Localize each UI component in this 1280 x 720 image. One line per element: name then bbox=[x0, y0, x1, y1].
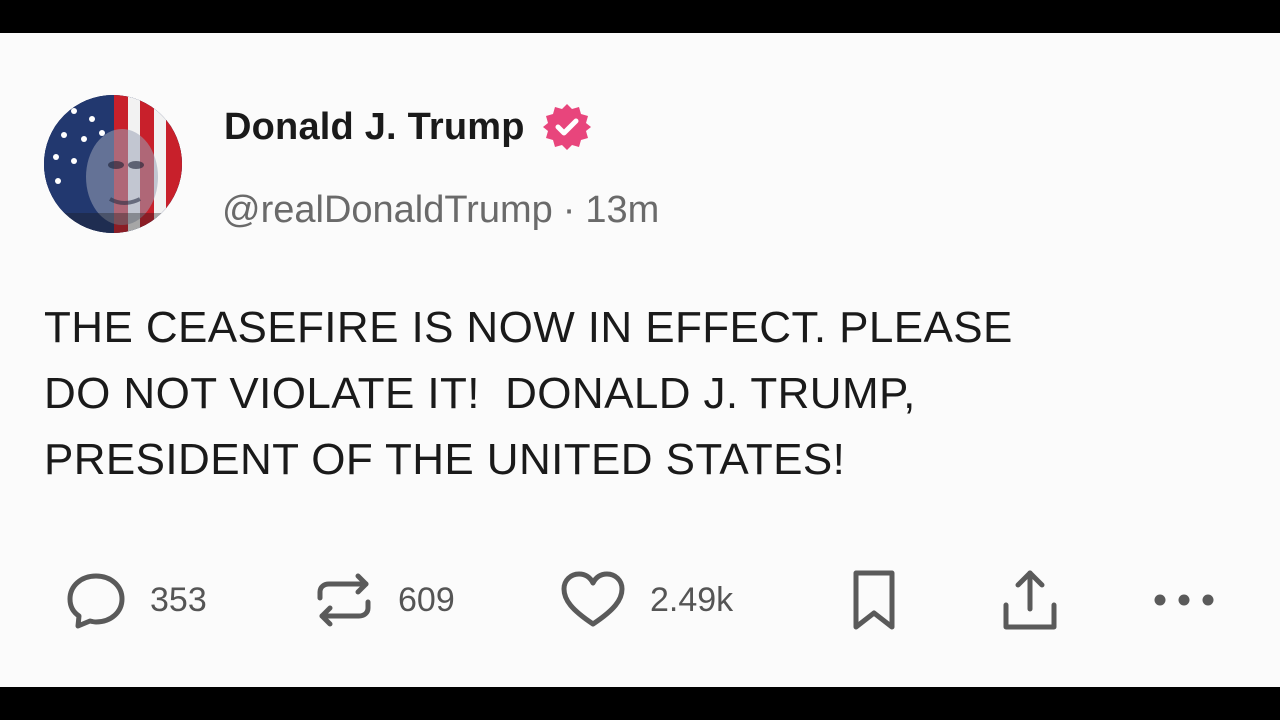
repost-button[interactable]: 609 bbox=[312, 568, 455, 632]
author-meta-row: @realDonaldTrump · 13m bbox=[222, 189, 659, 232]
more-dots-icon bbox=[1152, 590, 1216, 610]
author-display-name[interactable]: Donald J. Trump bbox=[224, 106, 525, 149]
verified-check-icon bbox=[541, 101, 593, 153]
video-frame: Donald J. Trump @realDonaldTrump · 13m T… bbox=[0, 0, 1280, 720]
avatar-flag-portrait-image bbox=[44, 95, 182, 233]
bookmark-icon bbox=[846, 565, 902, 635]
avatar[interactable] bbox=[44, 95, 182, 233]
author-name-row: Donald J. Trump bbox=[224, 104, 593, 150]
more-options-button[interactable] bbox=[1152, 568, 1216, 632]
author-handle[interactable]: @realDonaldTrump bbox=[222, 189, 553, 232]
reply-count: 353 bbox=[150, 580, 207, 619]
repost-count: 609 bbox=[398, 580, 455, 619]
like-count: 2.49k bbox=[650, 580, 734, 619]
heart-icon bbox=[558, 568, 628, 632]
post-text: THE CEASEFIRE IS NOW IN EFFECT. PLEASE D… bbox=[44, 303, 1013, 484]
post-card: Donald J. Trump @realDonaldTrump · 13m T… bbox=[0, 33, 1280, 687]
share-button[interactable] bbox=[998, 568, 1062, 632]
reply-bubble-icon bbox=[64, 568, 128, 632]
post-timestamp[interactable]: 13m bbox=[585, 189, 659, 232]
repost-arrows-icon bbox=[312, 568, 376, 632]
action-bar: 353 609 2.49k bbox=[0, 568, 1280, 632]
share-upload-icon bbox=[998, 565, 1062, 635]
like-button[interactable]: 2.49k bbox=[558, 568, 733, 632]
meta-separator: · bbox=[562, 189, 576, 231]
reply-button[interactable]: 353 bbox=[64, 568, 207, 632]
bookmark-button[interactable] bbox=[846, 568, 902, 632]
